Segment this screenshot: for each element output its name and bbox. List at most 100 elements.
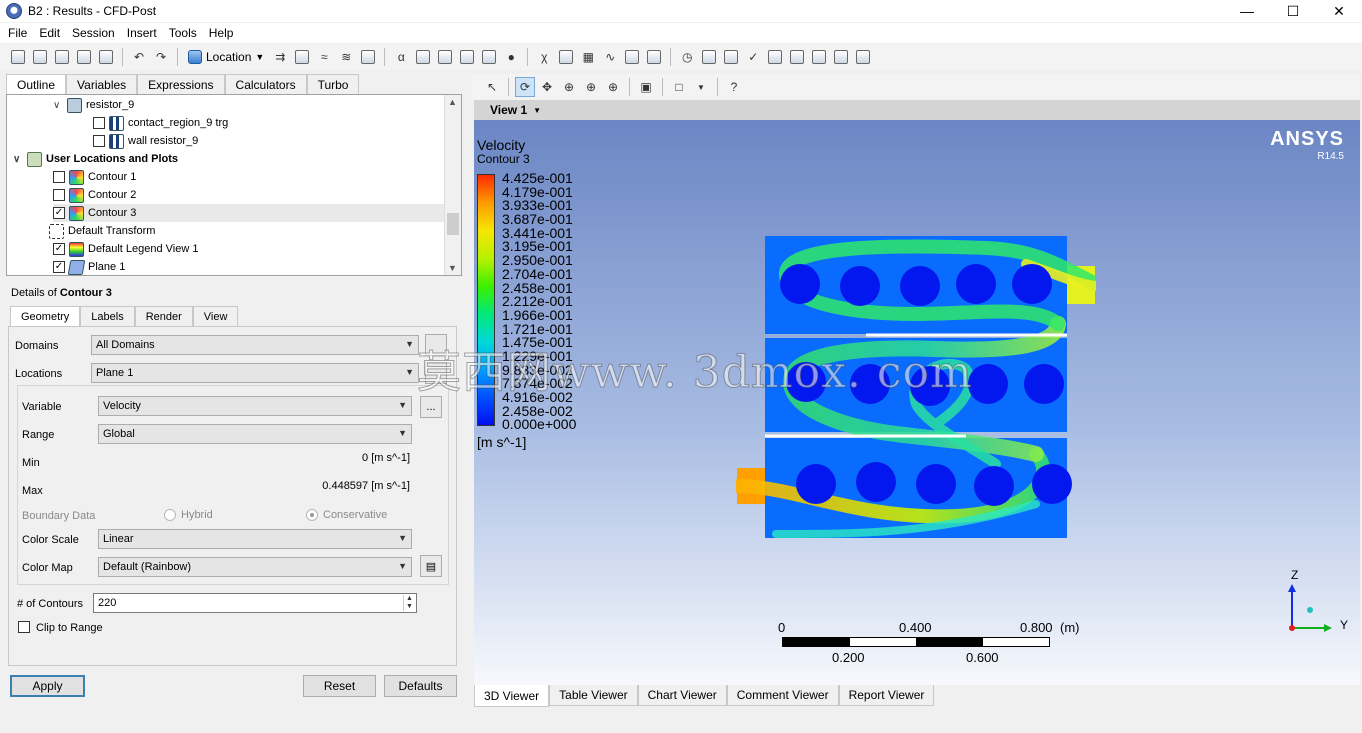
refresh-icon[interactable] xyxy=(74,47,94,67)
contour-tool-icon[interactable] xyxy=(292,47,312,67)
color-map-select[interactable]: Default (Rainbow) ▼ xyxy=(98,557,412,577)
domains-select[interactable]: All Domains ▼ xyxy=(91,335,419,355)
table-icon[interactable]: ▦ xyxy=(578,47,598,67)
volume-render-icon[interactable] xyxy=(358,47,378,67)
quick-editor-icon[interactable] xyxy=(721,47,741,67)
reset-button[interactable]: Reset xyxy=(303,675,376,697)
expression-icon[interactable] xyxy=(556,47,576,67)
streamline-icon[interactable]: ≈ xyxy=(314,47,334,67)
color-scale-select[interactable]: Linear ▼ xyxy=(98,529,412,549)
fit-view-icon[interactable]: ▣ xyxy=(636,77,656,97)
visibility-checkbox[interactable]: ✓ xyxy=(53,243,65,255)
tab-variables[interactable]: Variables xyxy=(66,74,138,94)
view-selector[interactable]: View 1 ▼ xyxy=(474,100,1360,120)
clip-plane-icon[interactable] xyxy=(413,47,433,67)
figure-icon[interactable] xyxy=(644,47,664,67)
tab-outline[interactable]: Outline xyxy=(6,74,67,95)
tree-item-contact-region[interactable]: contact_region_9 trg xyxy=(93,114,228,132)
variable-select[interactable]: Velocity ▼ xyxy=(98,396,412,416)
3d-viewport[interactable]: ANSYS R14.5 Velocity Contour 3 4.425e-00… xyxy=(474,120,1360,685)
chart-icon[interactable]: ∿ xyxy=(600,47,620,67)
tree-item-default-transform[interactable]: Default Transform xyxy=(49,222,155,240)
vector-icon[interactable]: ⇉ xyxy=(270,47,290,67)
visibility-checkbox[interactable] xyxy=(93,117,105,129)
undo-icon[interactable]: ↶ xyxy=(129,47,149,67)
mesh-calculator-icon[interactable] xyxy=(809,47,829,67)
apply-button[interactable]: Apply xyxy=(10,675,85,697)
expand-toggle-icon[interactable]: ∨ xyxy=(53,100,63,111)
text-label-icon[interactable]: α xyxy=(391,47,411,67)
probe-icon[interactable]: ✓ xyxy=(743,47,763,67)
function-calculator-icon[interactable] xyxy=(765,47,785,67)
scrollbar-thumb[interactable] xyxy=(447,213,459,235)
maximize-button[interactable]: ☐ xyxy=(1270,0,1316,22)
variable-icon[interactable]: χ xyxy=(534,47,554,67)
scroll-up-icon[interactable]: ▲ xyxy=(448,97,457,107)
scroll-down-icon[interactable]: ▼ xyxy=(448,263,457,273)
legend-tool-icon[interactable] xyxy=(435,47,455,67)
save-icon[interactable] xyxy=(52,47,72,67)
tab-geometry[interactable]: Geometry xyxy=(10,306,81,327)
tab-table-viewer[interactable]: Table Viewer xyxy=(549,685,638,706)
menu-edit[interactable]: Edit xyxy=(33,26,66,40)
zoom-icon[interactable]: ⊕ xyxy=(559,77,579,97)
tab-report-viewer[interactable]: Report Viewer xyxy=(838,685,935,706)
zoom-box-icon[interactable]: ⊕ xyxy=(581,77,601,97)
redo-icon[interactable]: ↷ xyxy=(151,47,171,67)
locations-select[interactable]: Plane 1 ▼ xyxy=(91,363,419,383)
tree-scrollbar[interactable]: ▲ ▼ xyxy=(444,95,461,275)
range-select[interactable]: Global ▼ xyxy=(98,424,412,444)
location-button[interactable]: Location ▼ xyxy=(184,47,268,67)
visibility-checkbox[interactable]: ✓ xyxy=(53,207,65,219)
tab-labels[interactable]: Labels xyxy=(80,306,135,326)
color-icon[interactable]: ● xyxy=(501,47,521,67)
rotate-icon[interactable]: ⟳ xyxy=(515,77,535,97)
clip-to-range-checkbox[interactable] xyxy=(18,621,30,633)
menu-tools[interactable]: Tools xyxy=(163,26,203,40)
visibility-checkbox[interactable]: ✓ xyxy=(53,261,65,273)
tab-view[interactable]: View xyxy=(192,306,239,326)
tree-item-default-legend[interactable]: ✓ Default Legend View 1 xyxy=(53,240,199,258)
tab-calculators[interactable]: Calculators xyxy=(224,74,307,94)
tree-item-contour-3[interactable]: ✓ Contour 3 xyxy=(53,204,445,222)
tree-item-wall-resistor[interactable]: wall resistor_9 xyxy=(93,132,198,150)
expand-toggle-icon[interactable]: ∨ xyxy=(13,154,23,165)
contours-stepper[interactable]: 220 ▲ ▼ xyxy=(93,593,417,613)
viewport-layout-icon[interactable]: □ xyxy=(669,77,689,97)
macro-calculator-icon[interactable] xyxy=(787,47,807,67)
menu-insert[interactable]: Insert xyxy=(121,26,163,40)
help-icon[interactable]: ? xyxy=(724,77,744,97)
visibility-checkbox[interactable] xyxy=(53,171,65,183)
tab-expressions[interactable]: Expressions xyxy=(137,74,225,94)
close-button[interactable]: ✕ xyxy=(1316,0,1362,22)
tree-item-contour-1[interactable]: Contour 1 xyxy=(53,168,136,186)
defaults-button[interactable]: Defaults xyxy=(384,675,457,697)
timestep-icon[interactable]: ◷ xyxy=(677,47,697,67)
particle-track-icon[interactable]: ≋ xyxy=(336,47,356,67)
tab-turbo[interactable]: Turbo xyxy=(306,74,360,94)
animation-icon[interactable] xyxy=(699,47,719,67)
tab-comment-viewer[interactable]: Comment Viewer xyxy=(726,685,839,706)
visibility-checkbox[interactable] xyxy=(53,189,65,201)
tree-item-contour-2[interactable]: Contour 2 xyxy=(53,186,136,204)
tab-chart-viewer[interactable]: Chart Viewer xyxy=(637,685,727,706)
open-file-icon[interactable] xyxy=(30,47,50,67)
instance-transform-icon[interactable] xyxy=(457,47,477,67)
minimize-button[interactable]: — xyxy=(1224,0,1270,22)
menu-help[interactable]: Help xyxy=(203,26,240,40)
tab-render[interactable]: Render xyxy=(134,306,193,326)
screenshot-icon[interactable] xyxy=(96,47,116,67)
spin-arrows-icon[interactable]: ▲ ▼ xyxy=(403,595,415,611)
case-comparison-icon[interactable] xyxy=(831,47,851,67)
color-map-editor-button[interactable]: ▤ xyxy=(420,555,442,577)
menu-file[interactable]: File xyxy=(2,26,33,40)
tree-item-user-locations[interactable]: ∨ User Locations and Plots xyxy=(13,150,178,168)
visibility-checkbox[interactable] xyxy=(93,135,105,147)
tree-item-plane-1[interactable]: ✓ Plane 1 xyxy=(53,258,125,275)
menu-session[interactable]: Session xyxy=(66,26,121,40)
command-editor-icon[interactable] xyxy=(853,47,873,67)
comment-icon[interactable] xyxy=(622,47,642,67)
pan-icon[interactable]: ✥ xyxy=(537,77,557,97)
tree-item-resistor-9[interactable]: ∨ resistor_9 xyxy=(53,96,134,114)
chevron-down-icon[interactable]: ▼ xyxy=(691,77,711,97)
